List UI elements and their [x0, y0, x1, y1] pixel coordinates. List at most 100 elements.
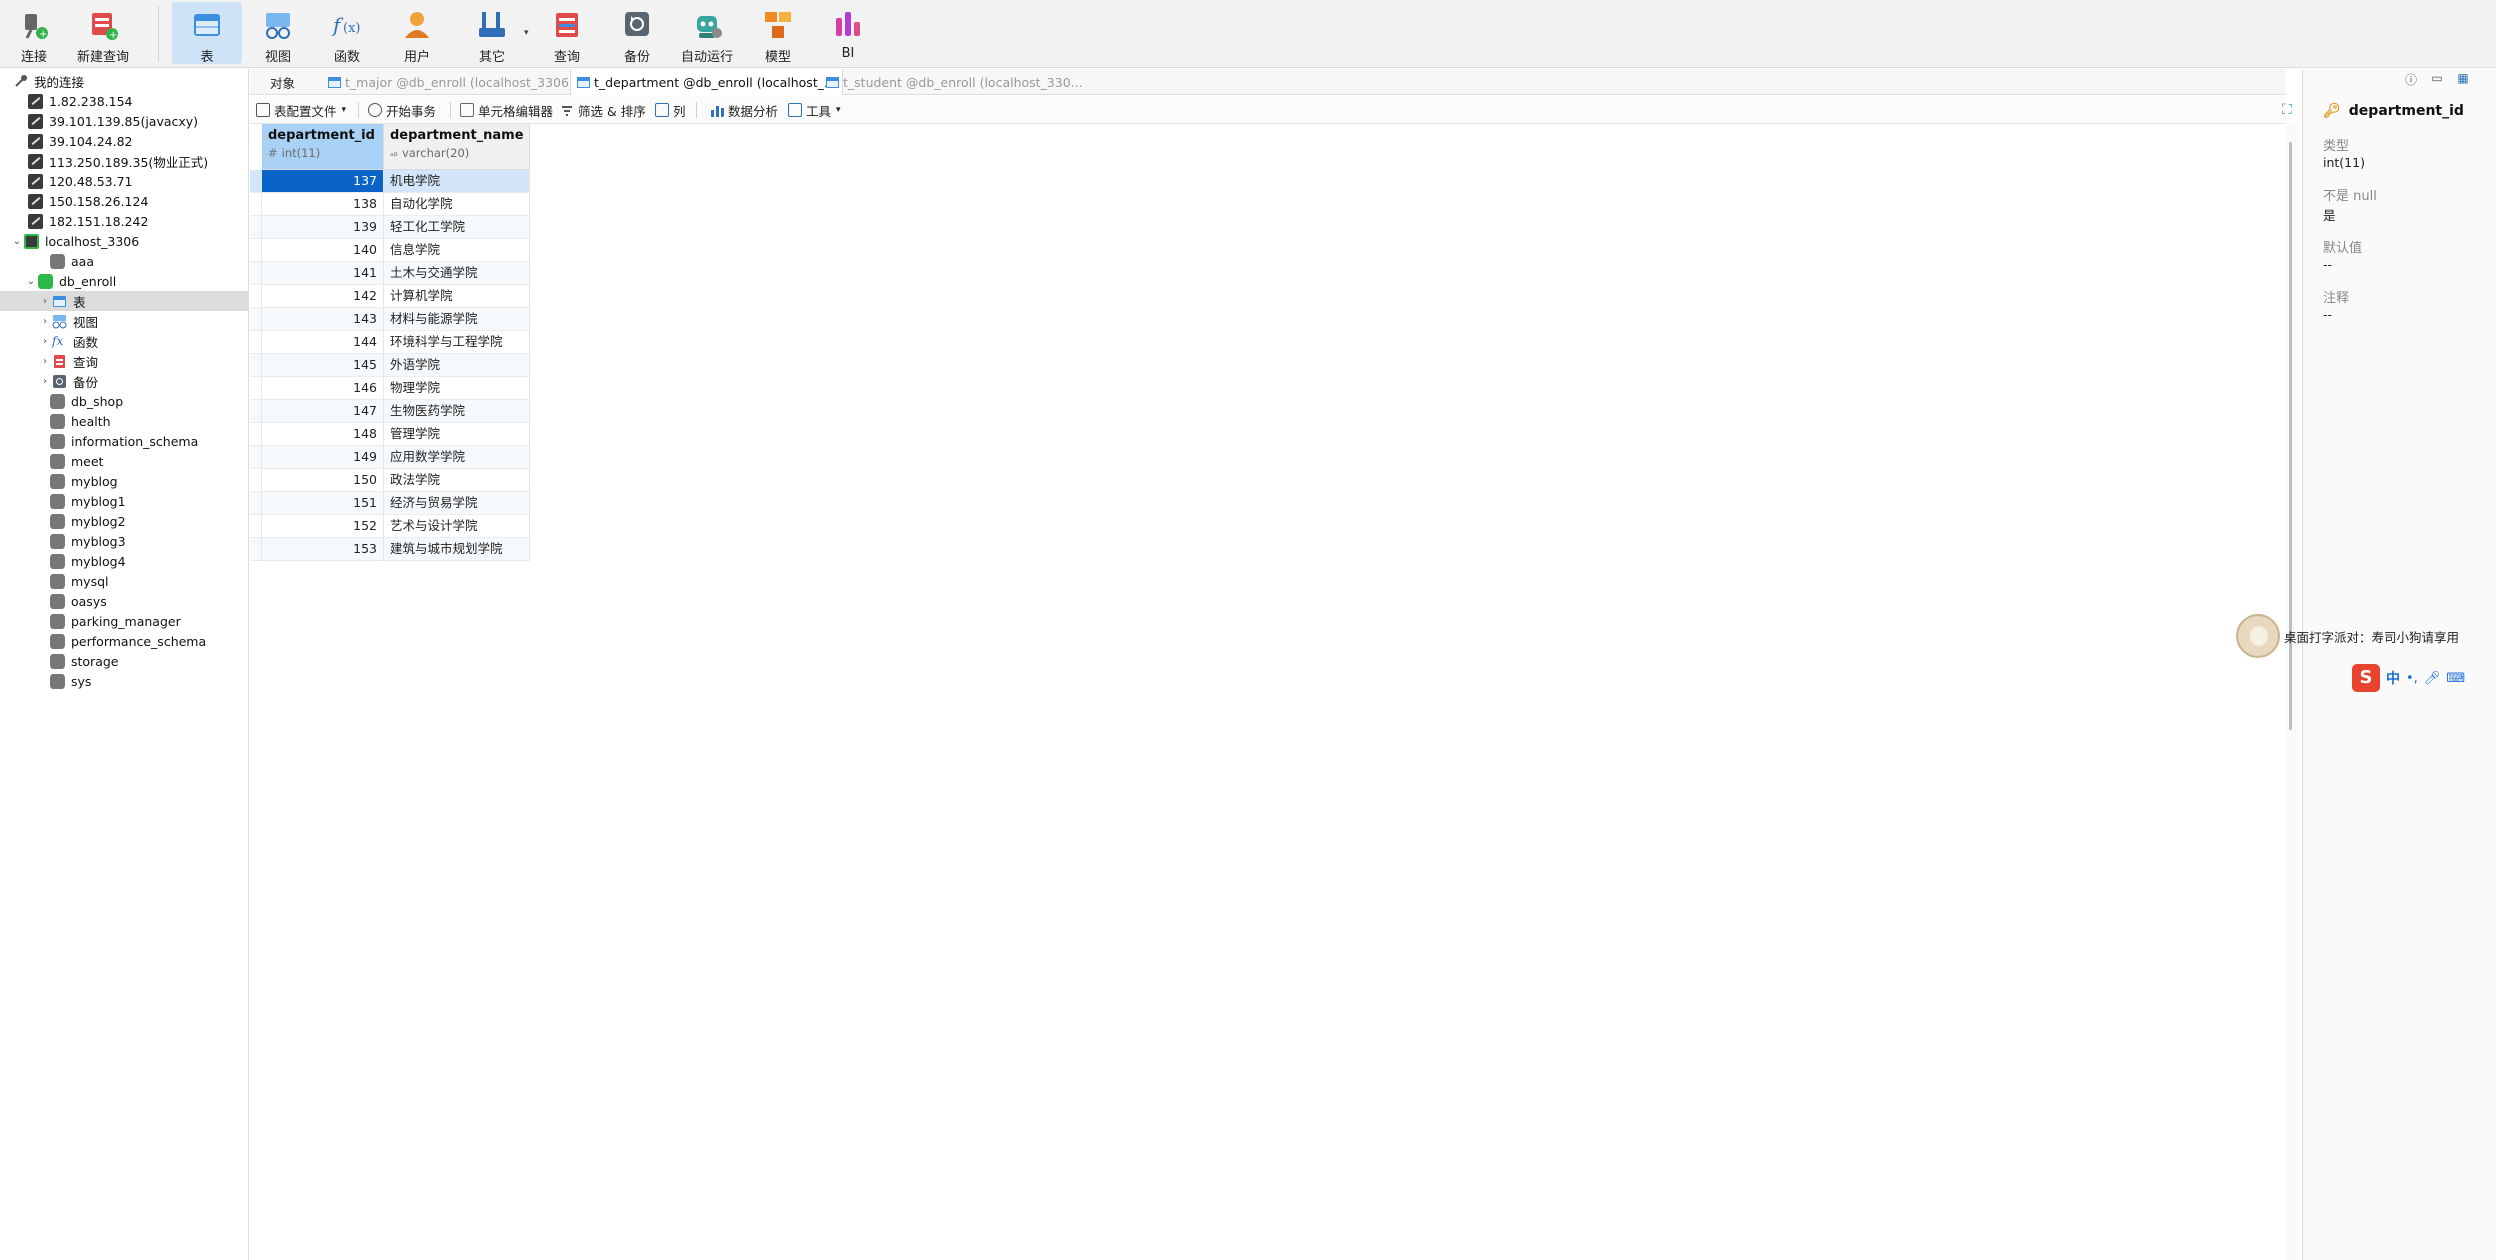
- cell-department-id[interactable]: 144: [262, 331, 384, 354]
- view-button[interactable]: 视图: [256, 2, 300, 65]
- cell-department-name[interactable]: 生物医药学院: [384, 400, 530, 423]
- sidebar-database-item[interactable]: myblog2: [0, 511, 248, 531]
- model-button[interactable]: 模型: [756, 2, 800, 65]
- sidebar-node-views[interactable]: › 视图: [0, 311, 248, 331]
- table-row[interactable]: 147 生物医药学院: [250, 400, 530, 423]
- sidebar-database-item[interactable]: oasys: [0, 591, 248, 611]
- sidebar-node-queries[interactable]: › 查询: [0, 351, 248, 371]
- grid-layout-icon[interactable]: ▦: [2455, 71, 2471, 87]
- row-marker[interactable]: [250, 538, 262, 561]
- cell-department-name[interactable]: 自动化学院: [384, 193, 530, 216]
- sidebar-database-item[interactable]: sys: [0, 671, 248, 691]
- tab-objects[interactable]: 对象: [264, 69, 301, 95]
- sidebar-node-tables[interactable]: › 表: [0, 291, 248, 311]
- row-marker[interactable]: [250, 423, 262, 446]
- row-marker[interactable]: [250, 446, 262, 469]
- row-marker[interactable]: [250, 400, 262, 423]
- cell-department-id[interactable]: 152: [262, 515, 384, 538]
- cell-department-name[interactable]: 经济与贸易学院: [384, 492, 530, 515]
- row-marker[interactable]: [250, 239, 262, 262]
- ime-mode-toggle[interactable]: 中: [2386, 668, 2400, 688]
- other-button[interactable]: 其它: [470, 2, 514, 65]
- sidebar-connection-item[interactable]: 1.82.238.154: [0, 91, 248, 111]
- tab-t-major[interactable]: t_major @db_enroll (localhost_3306)...: [322, 69, 592, 95]
- sidebar-connection-item[interactable]: 113.250.189.35(物业正式): [0, 151, 248, 171]
- row-marker[interactable]: [250, 308, 262, 331]
- sidebar-database-item[interactable]: myblog: [0, 471, 248, 491]
- row-marker[interactable]: [250, 492, 262, 515]
- cell-department-name[interactable]: 物理学院: [384, 377, 530, 400]
- filter-sort-button[interactable]: 筛选 & 排序: [560, 96, 646, 124]
- user-button[interactable]: 用户: [395, 2, 439, 65]
- sidebar-node-backups[interactable]: › 备份: [0, 371, 248, 391]
- cell-department-name[interactable]: 建筑与城市规划学院: [384, 538, 530, 561]
- row-marker[interactable]: [250, 469, 262, 492]
- chevron-right-icon[interactable]: ›: [38, 316, 52, 327]
- row-marker[interactable]: [250, 170, 262, 193]
- begin-transaction-button[interactable]: 开始事务: [368, 96, 436, 124]
- query-button[interactable]: 查询: [545, 2, 589, 65]
- sidebar-database-item[interactable]: meet: [0, 451, 248, 471]
- table-button[interactable]: 表: [172, 2, 242, 65]
- sidebar-database-item[interactable]: storage: [0, 651, 248, 671]
- columns-button[interactable]: 列: [655, 96, 686, 124]
- table-row[interactable]: 151 经济与贸易学院: [250, 492, 530, 515]
- chevron-right-icon[interactable]: ›: [38, 296, 52, 307]
- cell-department-id[interactable]: 147: [262, 400, 384, 423]
- sidebar-database-item[interactable]: aaa: [0, 251, 248, 271]
- function-button[interactable]: f (x) 函数: [325, 2, 369, 65]
- table-row[interactable]: 141 土木与交通学院: [250, 262, 530, 285]
- cell-department-id[interactable]: 141: [262, 262, 384, 285]
- table-row[interactable]: 137 机电学院: [250, 170, 530, 193]
- cell-department-id[interactable]: 140: [262, 239, 384, 262]
- table-row[interactable]: 139 轻工化工学院: [250, 216, 530, 239]
- table-row[interactable]: 149 应用数学学院: [250, 446, 530, 469]
- info-icon[interactable]: ⓘ: [2403, 71, 2419, 87]
- sidebar-database-item[interactable]: information_schema: [0, 431, 248, 451]
- chevron-right-icon[interactable]: ›: [38, 356, 52, 367]
- sidebar-database-item[interactable]: myblog4: [0, 551, 248, 571]
- sidebar-connection-item[interactable]: 150.158.26.124: [0, 191, 248, 211]
- new-query-button[interactable]: + 新建查询: [74, 2, 132, 65]
- table-row[interactable]: 140 信息学院: [250, 239, 530, 262]
- table-row[interactable]: 150 政法学院: [250, 469, 530, 492]
- cell-department-name[interactable]: 应用数学学院: [384, 446, 530, 469]
- keyboard-icon[interactable]: ⌨︎: [2446, 671, 2465, 686]
- cell-department-id[interactable]: 150: [262, 469, 384, 492]
- row-marker[interactable]: [250, 515, 262, 538]
- fullscreen-button[interactable]: ⛶: [2282, 96, 2292, 124]
- sogou-logo-icon[interactable]: S: [2352, 664, 2380, 692]
- cell-department-name[interactable]: 信息学院: [384, 239, 530, 262]
- cell-department-name[interactable]: 环境科学与工程学院: [384, 331, 530, 354]
- cell-department-id[interactable]: 151: [262, 492, 384, 515]
- chevron-down-icon[interactable]: ⌄: [10, 236, 24, 247]
- sidebar-database-db-enroll[interactable]: ⌄ db_enroll: [0, 271, 248, 291]
- cell-department-name[interactable]: 材料与能源学院: [384, 308, 530, 331]
- row-marker[interactable]: [250, 193, 262, 216]
- sidebar-connection-item[interactable]: 182.151.18.242: [0, 211, 248, 231]
- row-marker[interactable]: [250, 262, 262, 285]
- sidebar-database-item[interactable]: parking_manager: [0, 611, 248, 631]
- vertical-scrollbar[interactable]: [2286, 124, 2298, 1260]
- sidebar-database-item[interactable]: mysql: [0, 571, 248, 591]
- cell-department-name[interactable]: 外语学院: [384, 354, 530, 377]
- microphone-icon[interactable]: 🎤︎: [2424, 671, 2441, 686]
- cell-department-id[interactable]: 149: [262, 446, 384, 469]
- row-marker[interactable]: [250, 216, 262, 239]
- connect-button[interactable]: + 连接: [12, 2, 56, 65]
- cell-department-name[interactable]: 机电学院: [384, 170, 530, 193]
- row-marker[interactable]: [250, 331, 262, 354]
- cell-department-name[interactable]: 计算机学院: [384, 285, 530, 308]
- sidebar-connection-item[interactable]: 120.48.53.71: [0, 171, 248, 191]
- tab-t-student[interactable]: t_student @db_enroll (localhost_330...: [820, 69, 1089, 95]
- cell-department-id[interactable]: 142: [262, 285, 384, 308]
- sidebar-connection-localhost[interactable]: ⌄ localhost_3306: [0, 231, 248, 251]
- sidebar-node-functions[interactable]: › fx 函数: [0, 331, 248, 351]
- sidebar-root-my-connections[interactable]: 我的连接: [0, 71, 248, 91]
- tab-t-department[interactable]: t_department @db_enroll (localhost_...: [570, 69, 843, 95]
- column-header-department-id[interactable]: department_id # int(11): [262, 124, 384, 170]
- cell-department-name[interactable]: 轻工化工学院: [384, 216, 530, 239]
- table-row[interactable]: 142 计算机学院: [250, 285, 530, 308]
- desktop-pet-notification[interactable]: 桌面打字派对：寿司小狗请享用: [2236, 614, 2459, 658]
- table-row[interactable]: 153 建筑与城市规划学院: [250, 538, 530, 561]
